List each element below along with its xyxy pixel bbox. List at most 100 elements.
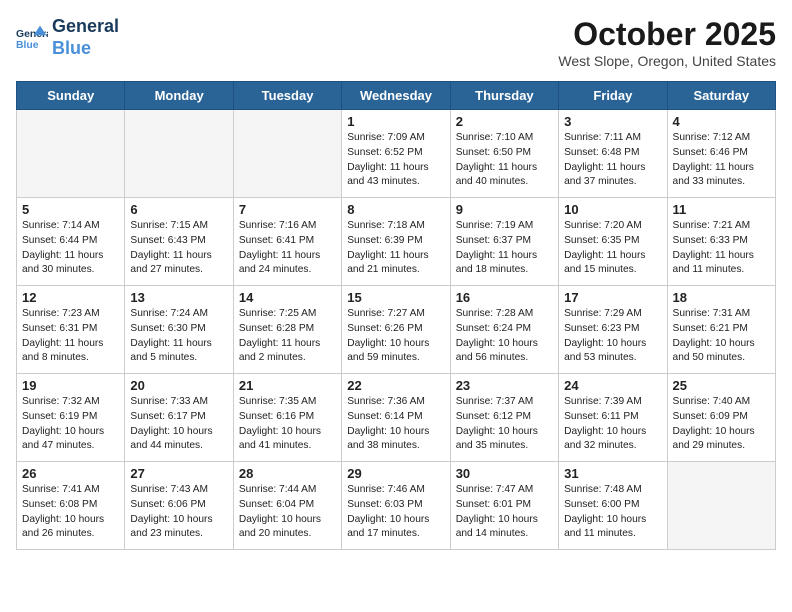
weekday-header-thursday: Thursday (450, 82, 558, 110)
cell-info: Sunrise: 7:31 AMSunset: 6:21 PMDaylight:… (673, 307, 770, 366)
svg-text:Blue: Blue (16, 40, 39, 51)
calendar-cell: 29 Sunrise: 7:46 AMSunset: 6:03 PMDayligh… (342, 462, 450, 550)
calendar-cell (125, 110, 233, 198)
day-number: 12 (22, 290, 119, 305)
cell-info: Sunrise: 7:44 AMSunset: 6:04 PMDaylight:… (239, 483, 336, 542)
weekday-header-tuesday: Tuesday (233, 82, 341, 110)
cell-info: Sunrise: 7:37 AMSunset: 6:12 PMDaylight:… (456, 395, 553, 454)
calendar-week-3: 12 Sunrise: 7:23 AMSunset: 6:31 PMDayligh… (17, 286, 776, 374)
cell-info: Sunrise: 7:15 AMSunset: 6:43 PMDaylight:… (130, 219, 227, 278)
calendar-cell (17, 110, 125, 198)
day-number: 14 (239, 290, 336, 305)
calendar-week-4: 19 Sunrise: 7:32 AMSunset: 6:19 PMDayligh… (17, 374, 776, 462)
calendar-cell: 13 Sunrise: 7:24 AMSunset: 6:30 PMDayligh… (125, 286, 233, 374)
calendar-cell: 20 Sunrise: 7:33 AMSunset: 6:17 PMDayligh… (125, 374, 233, 462)
cell-info: Sunrise: 7:33 AMSunset: 6:17 PMDaylight:… (130, 395, 227, 454)
calendar-week-2: 5Sunrise: 7:14 AMSunset: 6:44 PMDaylight… (17, 198, 776, 286)
page-header: General Blue General Blue October 2025 W… (16, 16, 776, 69)
day-number: 16 (456, 290, 553, 305)
cell-info: Sunrise: 7:41 AMSunset: 6:08 PMDaylight:… (22, 483, 119, 542)
calendar-cell: 5Sunrise: 7:14 AMSunset: 6:44 PMDaylight… (17, 198, 125, 286)
day-number: 24 (564, 378, 661, 393)
day-number: 25 (673, 378, 770, 393)
cell-info: Sunrise: 7:39 AMSunset: 6:11 PMDaylight:… (564, 395, 661, 454)
day-number: 5 (22, 202, 119, 217)
day-number: 3 (564, 114, 661, 129)
calendar-cell: 12 Sunrise: 7:23 AMSunset: 6:31 PMDayligh… (17, 286, 125, 374)
day-number: 19 (22, 378, 119, 393)
day-number: 7 (239, 202, 336, 217)
weekday-header-sunday: Sunday (17, 82, 125, 110)
cell-info: Sunrise: 7:32 AMSunset: 6:19 PMDaylight:… (22, 395, 119, 454)
calendar-cell: 16 Sunrise: 7:28 AMSunset: 6:24 PMDayligh… (450, 286, 558, 374)
cell-info: Sunrise: 7:12 AMSunset: 6:46 PMDaylight:… (673, 131, 770, 190)
day-number: 9 (456, 202, 553, 217)
calendar-cell: 21 Sunrise: 7:35 AMSunset: 6:16 PMDayligh… (233, 374, 341, 462)
calendar-cell: 30 Sunrise: 7:47 AMSunset: 6:01 PMDayligh… (450, 462, 558, 550)
month-title: October 2025 (558, 16, 776, 53)
day-number: 20 (130, 378, 227, 393)
cell-info: Sunrise: 7:24 AMSunset: 6:30 PMDaylight:… (130, 307, 227, 366)
calendar-week-1: 1 Sunrise: 7:09 AMSunset: 6:52 PMDaylight… (17, 110, 776, 198)
cell-info: Sunrise: 7:47 AMSunset: 6:01 PMDaylight:… (456, 483, 553, 542)
cell-info: Sunrise: 7:27 AMSunset: 6:26 PMDaylight:… (347, 307, 444, 366)
day-number: 22 (347, 378, 444, 393)
cell-info: Sunrise: 7:09 AMSunset: 6:52 PMDaylight:… (347, 131, 444, 190)
weekday-header-monday: Monday (125, 82, 233, 110)
day-number: 29 (347, 466, 444, 481)
calendar-cell: 7Sunrise: 7:16 AMSunset: 6:41 PMDaylight… (233, 198, 341, 286)
title-block: October 2025 West Slope, Oregon, United … (558, 16, 776, 69)
logo-icon: General Blue (16, 24, 48, 52)
calendar-cell: 6 Sunrise: 7:15 AMSunset: 6:43 PMDaylight… (125, 198, 233, 286)
cell-info: Sunrise: 7:18 AMSunset: 6:39 PMDaylight:… (347, 219, 444, 278)
day-number: 1 (347, 114, 444, 129)
weekday-header-row: SundayMondayTuesdayWednesdayThursdayFrid… (17, 82, 776, 110)
cell-info: Sunrise: 7:43 AMSunset: 6:06 PMDaylight:… (130, 483, 227, 542)
calendar-cell: 10Sunrise: 7:20 AMSunset: 6:35 PMDayligh… (559, 198, 667, 286)
day-number: 6 (130, 202, 227, 217)
cell-info: Sunrise: 7:29 AMSunset: 6:23 PMDaylight:… (564, 307, 661, 366)
calendar-cell (233, 110, 341, 198)
day-number: 18 (673, 290, 770, 305)
calendar-cell: 15 Sunrise: 7:27 AMSunset: 6:26 PMDayligh… (342, 286, 450, 374)
calendar-cell: 27 Sunrise: 7:43 AMSunset: 6:06 PMDayligh… (125, 462, 233, 550)
day-number: 28 (239, 466, 336, 481)
calendar-cell: 31Sunrise: 7:48 AMSunset: 6:00 PMDayligh… (559, 462, 667, 550)
cell-info: Sunrise: 7:11 AMSunset: 6:48 PMDaylight:… (564, 131, 661, 190)
calendar-cell: 3 Sunrise: 7:11 AMSunset: 6:48 PMDaylight… (559, 110, 667, 198)
cell-info: Sunrise: 7:46 AMSunset: 6:03 PMDaylight:… (347, 483, 444, 542)
cell-info: Sunrise: 7:40 AMSunset: 6:09 PMDaylight:… (673, 395, 770, 454)
cell-info: Sunrise: 7:10 AMSunset: 6:50 PMDaylight:… (456, 131, 553, 190)
calendar-cell: 14Sunrise: 7:25 AMSunset: 6:28 PMDayligh… (233, 286, 341, 374)
calendar-cell: 23Sunrise: 7:37 AMSunset: 6:12 PMDayligh… (450, 374, 558, 462)
logo: General Blue General Blue (16, 16, 119, 59)
calendar-cell (667, 462, 775, 550)
calendar-cell: 17Sunrise: 7:29 AMSunset: 6:23 PMDayligh… (559, 286, 667, 374)
calendar-cell: 1 Sunrise: 7:09 AMSunset: 6:52 PMDaylight… (342, 110, 450, 198)
calendar-cell: 8Sunrise: 7:18 AMSunset: 6:39 PMDaylight… (342, 198, 450, 286)
calendar-cell: 11Sunrise: 7:21 AMSunset: 6:33 PMDayligh… (667, 198, 775, 286)
day-number: 30 (456, 466, 553, 481)
day-number: 2 (456, 114, 553, 129)
day-number: 15 (347, 290, 444, 305)
cell-info: Sunrise: 7:20 AMSunset: 6:35 PMDaylight:… (564, 219, 661, 278)
calendar-cell: 26 Sunrise: 7:41 AMSunset: 6:08 PMDayligh… (17, 462, 125, 550)
calendar-cell: 2 Sunrise: 7:10 AMSunset: 6:50 PMDaylight… (450, 110, 558, 198)
cell-info: Sunrise: 7:28 AMSunset: 6:24 PMDaylight:… (456, 307, 553, 366)
day-number: 13 (130, 290, 227, 305)
day-number: 27 (130, 466, 227, 481)
calendar-cell: 25 Sunrise: 7:40 AMSunset: 6:09 PMDayligh… (667, 374, 775, 462)
calendar-cell: 24 Sunrise: 7:39 AMSunset: 6:11 PMDayligh… (559, 374, 667, 462)
calendar-header: SundayMondayTuesdayWednesdayThursdayFrid… (17, 82, 776, 110)
cell-info: Sunrise: 7:35 AMSunset: 6:16 PMDaylight:… (239, 395, 336, 454)
calendar-cell: 22Sunrise: 7:36 AMSunset: 6:14 PMDayligh… (342, 374, 450, 462)
weekday-header-friday: Friday (559, 82, 667, 110)
day-number: 26 (22, 466, 119, 481)
logo-text: General Blue (52, 16, 119, 59)
calendar-week-5: 26 Sunrise: 7:41 AMSunset: 6:08 PMDayligh… (17, 462, 776, 550)
day-number: 21 (239, 378, 336, 393)
calendar-cell: 28 Sunrise: 7:44 AMSunset: 6:04 PMDayligh… (233, 462, 341, 550)
cell-info: Sunrise: 7:23 AMSunset: 6:31 PMDaylight:… (22, 307, 119, 366)
day-number: 4 (673, 114, 770, 129)
calendar-cell: 18 Sunrise: 7:31 AMSunset: 6:21 PMDayligh… (667, 286, 775, 374)
